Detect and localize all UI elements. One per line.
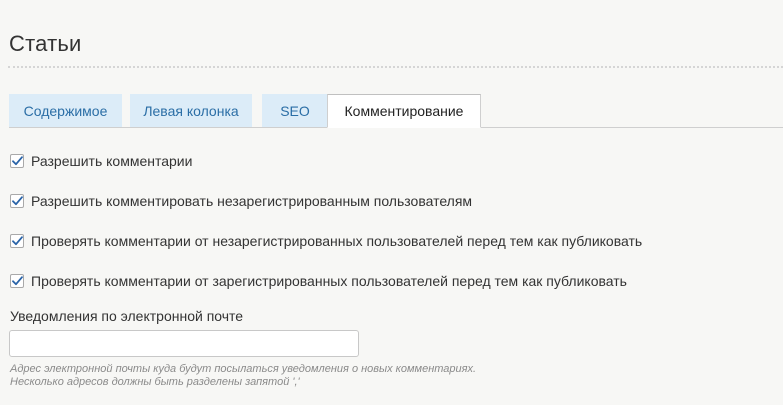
- moderate-registered-comments-checkbox[interactable]: [10, 274, 24, 288]
- allow-guest-comments-label: Разрешить комментировать незарегистриров…: [31, 193, 473, 209]
- email-hint-line-2: Несколько адресов должны быть разделены …: [10, 376, 300, 388]
- email-notifications-input[interactable]: [9, 330, 359, 357]
- allow-guest-comments-option[interactable]: Разрешить комментировать незарегистриров…: [10, 192, 472, 210]
- allow-guest-comments-checkbox[interactable]: [10, 194, 24, 208]
- tab-content[interactable]: Содержимое: [9, 94, 122, 127]
- moderate-guest-comments-label: Проверять комментарии от незарегистриров…: [31, 233, 643, 249]
- email-notifications-label: Уведомления по электронной почте: [10, 308, 244, 324]
- page-title: Статьи: [9, 31, 82, 56]
- allow-comments-checkbox[interactable]: [10, 154, 24, 168]
- checkmark-icon: [11, 196, 23, 206]
- tab-bar: Содержимое Левая колонка SEO Комментиров…: [9, 94, 783, 128]
- moderate-registered-comments-option[interactable]: Проверять комментарии от зарегистрирован…: [10, 272, 627, 290]
- checkmark-icon: [11, 236, 23, 246]
- checkmark-icon: [11, 276, 23, 286]
- email-hint: Адрес электронной почты куда будут посыл…: [10, 363, 476, 389]
- allow-comments-label: Разрешить комментарии: [31, 153, 193, 169]
- settings-page: Статьи Содержимое Левая колонка SEO Комм…: [0, 0, 783, 405]
- moderate-guest-comments-option[interactable]: Проверять комментарии от незарегистриров…: [10, 232, 642, 250]
- moderate-registered-comments-label: Проверять комментарии от зарегистрирован…: [31, 273, 627, 289]
- email-hint-line-1: Адрес электронной почты куда будут посыл…: [10, 363, 477, 375]
- tab-seo[interactable]: SEO: [262, 94, 328, 127]
- dotted-divider: [8, 66, 783, 68]
- tab-commenting[interactable]: Комментирование: [327, 94, 481, 128]
- checkmark-icon: [11, 156, 23, 166]
- tab-left-column[interactable]: Левая колонка: [130, 94, 252, 127]
- allow-comments-option[interactable]: Разрешить комментарии: [10, 152, 192, 170]
- moderate-guest-comments-checkbox[interactable]: [10, 234, 24, 248]
